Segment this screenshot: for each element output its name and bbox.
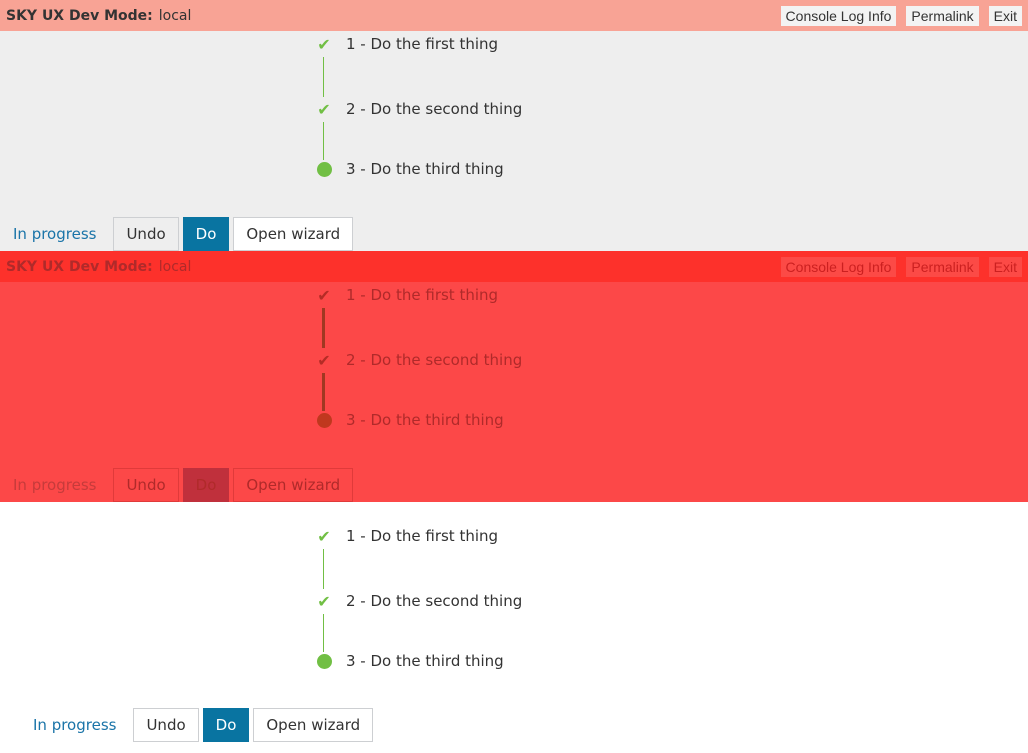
wizard-step-3: 3 - Do the third thing xyxy=(310,651,504,671)
wizard-step-label: 3 - Do the third thing xyxy=(346,652,504,670)
wizard-step-label: 2 - Do the second thing xyxy=(346,100,523,118)
dev-mode-actions: Console Log Info Permalink Exit xyxy=(780,5,1022,26)
open-wizard-button[interactable]: Open wizard xyxy=(233,217,354,251)
wizard-step-label: 1 - Do the first thing xyxy=(346,35,499,53)
exit-button[interactable]: Exit xyxy=(988,256,1022,277)
open-wizard-button[interactable]: Open wizard xyxy=(233,468,354,502)
dev-mode-label: SKY UX Dev Mode: xyxy=(6,258,153,275)
dev-mode-value: local xyxy=(158,258,192,275)
dot-icon xyxy=(316,161,332,177)
dev-mode-actions: Console Log Info Permalink Exit xyxy=(780,256,1022,277)
dev-mode-value: local xyxy=(158,7,192,24)
wizard-controls: In progress Undo Do Open wizard xyxy=(33,708,377,742)
permalink-button[interactable]: Permalink xyxy=(906,5,979,26)
open-wizard-button[interactable]: Open wizard xyxy=(253,708,374,742)
do-button[interactable]: Do xyxy=(182,217,230,251)
wizard-step-1: ✔ 1 - Do the first thing xyxy=(310,285,498,305)
wizard-controls: In progress Undo Do Open wizard xyxy=(13,468,357,502)
dev-mode-label: SKY UX Dev Mode: xyxy=(6,7,153,24)
step-connector xyxy=(323,122,324,160)
dev-mode-bar: SKY UX Dev Mode: local Console Log Info … xyxy=(0,251,1028,282)
check-icon: ✔ xyxy=(317,350,331,370)
step-connector xyxy=(322,308,325,348)
permalink-button[interactable]: Permalink xyxy=(906,256,979,277)
wizard-step-label: 2 - Do the second thing xyxy=(346,351,523,369)
step-connector xyxy=(323,614,324,652)
wizard-step-1: ✔ 1 - Do the first thing xyxy=(310,34,498,54)
status-text: In progress xyxy=(13,476,97,494)
wizard-step-label: 2 - Do the second thing xyxy=(346,592,523,610)
screenshot-panel-baseline: SKY UX Dev Mode: local Console Log Info … xyxy=(0,0,1028,251)
dot-icon xyxy=(316,653,332,669)
console-log-info-button[interactable]: Console Log Info xyxy=(780,5,897,26)
wizard-step-label: 1 - Do the first thing xyxy=(346,286,499,304)
wizard-step-3: 3 - Do the third thing xyxy=(310,410,504,430)
wizard-step-2: ✔ 2 - Do the second thing xyxy=(310,591,522,611)
wizard-step-1: ✔ 1 - Do the first thing xyxy=(310,526,498,546)
wizard-step-label: 1 - Do the first thing xyxy=(346,527,499,545)
check-icon: ✔ xyxy=(317,285,331,305)
wizard-step-label: 3 - Do the third thing xyxy=(346,411,504,429)
undo-button[interactable]: Undo xyxy=(133,708,199,742)
wizard-step-2: ✔ 2 - Do the second thing xyxy=(310,350,522,370)
dot-icon xyxy=(316,412,332,428)
do-button[interactable]: Do xyxy=(182,468,230,502)
step-connector xyxy=(322,373,325,411)
exit-button[interactable]: Exit xyxy=(988,5,1022,26)
check-icon: ✔ xyxy=(317,99,331,119)
do-button[interactable]: Do xyxy=(202,708,250,742)
step-connector xyxy=(323,57,324,97)
dev-mode-bar: SKY UX Dev Mode: local Console Log Info … xyxy=(0,0,1028,31)
screenshot-panel-current: ✔ 1 - Do the first thing ✔ 2 - Do the se… xyxy=(0,502,1028,753)
step-connector xyxy=(323,549,324,589)
check-icon: ✔ xyxy=(317,526,331,546)
status-text: In progress xyxy=(13,225,97,243)
undo-button[interactable]: Undo xyxy=(113,217,179,251)
screenshot-panel-diff: SKY UX Dev Mode: local Console Log Info … xyxy=(0,251,1028,502)
wizard-step-2: ✔ 2 - Do the second thing xyxy=(310,99,522,119)
check-icon: ✔ xyxy=(317,591,331,611)
status-text: In progress xyxy=(33,716,117,734)
console-log-info-button[interactable]: Console Log Info xyxy=(780,256,897,277)
undo-button[interactable]: Undo xyxy=(113,468,179,502)
wizard-step-3: 3 - Do the third thing xyxy=(310,159,504,179)
wizard-step-label: 3 - Do the third thing xyxy=(346,160,504,178)
wizard-controls: In progress Undo Do Open wizard xyxy=(13,217,357,251)
check-icon: ✔ xyxy=(317,34,331,54)
